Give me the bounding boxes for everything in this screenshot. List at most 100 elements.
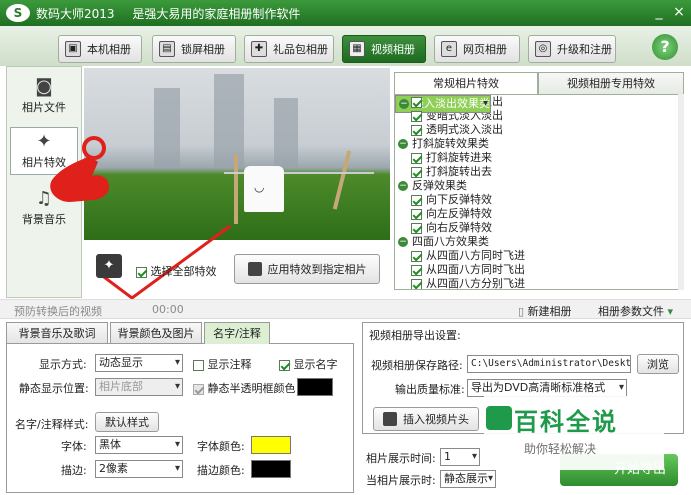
t-shirt-image: ◡ <box>244 166 284 212</box>
show-name-option[interactable]: 显示名字 <box>279 356 338 372</box>
effect-group[interactable]: − 反弹效果类 <box>395 179 683 193</box>
browse-button[interactable]: 浏览 <box>637 354 679 374</box>
tab-name-note[interactable]: 名字/注释 <box>204 322 270 344</box>
minimize-button[interactable]: _ <box>650 3 668 21</box>
stroke-color-label: 描边颜色: <box>197 464 245 477</box>
album-params-link[interactable]: 相册参数文件 ▾ <box>598 303 673 319</box>
tab-label: 网页相册 <box>463 43 507 56</box>
display-mode-label: 显示方式: <box>39 358 87 371</box>
current-display-select[interactable]: 静态展示 <box>440 470 496 488</box>
collapse-icon[interactable]: − <box>398 139 408 149</box>
font-label: 字体: <box>61 440 87 453</box>
effect-checkbox[interactable] <box>411 250 422 262</box>
collapse-icon[interactable]: − <box>399 99 409 109</box>
font-color-swatch[interactable] <box>251 436 291 454</box>
effects-tabs: 常规相片特效 视频相册专用特效 <box>394 72 684 94</box>
save-path-input[interactable]: C:\Users\Administrator\Desktop <box>467 355 631 373</box>
effect-item[interactable]: 打斜旋转出去 <box>395 165 683 179</box>
effect-checkbox[interactable] <box>411 278 422 289</box>
show-note-label: 显示注释 <box>207 358 252 371</box>
album-params-label: 相册参数文件 <box>598 305 664 318</box>
effect-item[interactable]: 从四面八方分别飞进 <box>395 277 683 289</box>
select-all-effects[interactable]: 选择全部特效 <box>136 263 217 279</box>
static-bg-checkbox[interactable] <box>193 383 204 395</box>
show-note-checkbox[interactable] <box>193 359 204 371</box>
stroke-select[interactable]: 2像素 <box>95 460 183 478</box>
collapse-icon[interactable]: − <box>398 181 408 191</box>
effect-item[interactable]: 向右反弹特效 <box>395 221 683 235</box>
static-position-select[interactable]: 相片底部 <box>95 378 183 396</box>
tab-bg-color-image[interactable]: 背景颜色及图片 <box>110 322 202 344</box>
title-bar: S 数码大师2013 是强大易用的家庭相册制作软件 _ × <box>0 0 691 26</box>
font-select[interactable]: 黑体 <box>95 436 183 454</box>
new-album-link[interactable]: ▯ 新建相册 <box>518 303 572 319</box>
tab-music-lyrics[interactable]: 背景音乐及歌词 <box>6 322 108 344</box>
tab-web-album[interactable]: e 网页相册 <box>434 35 520 63</box>
style-label: 名字/注释样式: <box>15 418 89 431</box>
video-camera-icon <box>383 412 397 426</box>
display-mode-select[interactable]: 动态显示 <box>95 354 183 372</box>
effect-group[interactable]: − 淡入淡出效果类 <box>395 95 491 113</box>
apply-icon <box>247 262 262 276</box>
quality-select[interactable]: 导出为DVD高清晰标准格式 <box>467 379 627 397</box>
effect-item[interactable]: 从四面八方同时飞进 <box>395 249 683 263</box>
tab-video-effects[interactable]: 视频相册专用特效 <box>538 72 684 94</box>
film-icon: ▦ <box>349 41 365 57</box>
collapse-icon[interactable]: − <box>398 237 408 247</box>
camera-icon: ◙ <box>35 76 53 97</box>
export-settings-title: 视频相册导出设置: <box>369 329 461 342</box>
effect-checkbox[interactable] <box>411 194 422 206</box>
effect-item-label: 从四面八方同时飞出 <box>426 263 525 276</box>
show-note-option[interactable]: 显示注释 <box>193 356 252 372</box>
font-color-label: 字体颜色: <box>197 440 245 453</box>
display-time-spinner[interactable]: 1 <box>440 448 480 466</box>
help-button[interactable]: ? <box>652 34 678 60</box>
effect-item[interactable]: 打斜旋转进来 <box>395 151 683 165</box>
sidebar-item-photo-files[interactable]: ◙ 相片文件 <box>10 73 78 121</box>
effect-item[interactable]: 透明式淡入淡出 <box>395 123 683 137</box>
select-all-checkbox[interactable] <box>136 266 147 278</box>
watermark: 百科全说 助你轻松解决 <box>484 396 664 470</box>
default-style-button[interactable]: 默认样式 <box>95 412 159 432</box>
effects-list: −淡入淡出效果类 变亮式淡入淡出 变暗式淡入淡出 透明式淡入淡出 −打斜旋转效果… <box>394 94 684 290</box>
effect-checkbox[interactable] <box>411 96 422 108</box>
stroke-color-swatch[interactable] <box>251 460 291 478</box>
effect-group[interactable]: − 打斜旋转效果类 <box>395 137 683 151</box>
apply-effects-button[interactable]: 应用特效到指定相片 <box>234 254 380 284</box>
effect-checkbox[interactable] <box>411 166 422 178</box>
effect-group-label: 打斜旋转效果类 <box>412 137 489 150</box>
effect-item[interactable]: 向下反弹特效 <box>395 193 683 207</box>
show-name-checkbox[interactable] <box>279 359 290 371</box>
static-bg-option[interactable]: 静态半透明框颜色 <box>193 380 296 396</box>
tab-gift-album[interactable]: ✚ 礼品包相册 <box>244 35 334 63</box>
photo-album-icon: ▣ <box>65 41 81 57</box>
tab-video-album[interactable]: ▦ 视频相册 <box>342 35 426 63</box>
tab-local-album[interactable]: ▣ 本机相册 <box>58 35 142 63</box>
background-building <box>154 88 180 168</box>
close-button[interactable]: × <box>670 3 688 21</box>
effect-checkbox[interactable] <box>411 208 422 220</box>
tab-label: 本机相册 <box>87 43 131 56</box>
effect-group[interactable]: − 四面八方效果类 <box>395 235 683 249</box>
effect-item-label: 透明式淡入淡出 <box>426 123 503 136</box>
effects-icon: ✦ <box>96 254 122 278</box>
effect-item-label: 向下反弹特效 <box>426 193 492 206</box>
watermark-logo-icon <box>486 406 512 430</box>
tab-regular-effects[interactable]: 常规相片特效 <box>394 72 538 94</box>
effect-item-label: 从四面八方同时飞进 <box>426 249 525 262</box>
effect-checkbox[interactable] <box>411 264 422 276</box>
effect-checkbox[interactable] <box>411 152 422 164</box>
static-bg-color-swatch[interactable] <box>297 378 333 396</box>
effect-item[interactable]: 向左反弹特效 <box>395 207 683 221</box>
current-display-label: 当相片展示时: <box>366 474 436 487</box>
effect-item[interactable]: 从四面八方同时飞出 <box>395 263 683 277</box>
effect-checkbox[interactable] <box>411 222 422 234</box>
effects-scrollbar[interactable] <box>678 94 684 290</box>
window-title: 数码大师2013 是强大易用的家庭相册制作软件 <box>36 5 300 22</box>
insert-intro-button[interactable]: 插入视频片头 <box>373 407 479 431</box>
tab-lock-screen-album[interactable]: ▤ 锁屏相册 <box>152 35 236 63</box>
effect-checkbox[interactable] <box>411 124 422 136</box>
tab-upgrade-register[interactable]: ◎ 升级和注册 <box>528 35 616 63</box>
preview-hint: 预防转换后的视频 <box>14 305 102 318</box>
effect-checkbox[interactable] <box>411 110 422 122</box>
